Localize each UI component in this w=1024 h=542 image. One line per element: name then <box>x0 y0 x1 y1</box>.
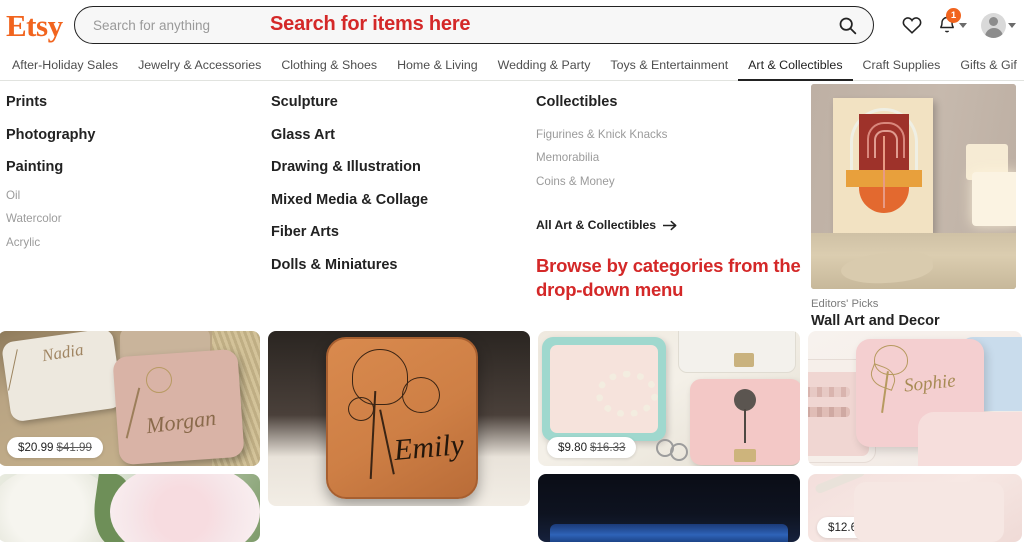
category-nav: After-Holiday Sales Jewelry & Accessorie… <box>0 50 1024 81</box>
nav-item-craft-supplies[interactable]: Craft Supplies <box>853 50 951 81</box>
heart-icon <box>902 17 922 34</box>
search-region: Search for items here <box>74 6 874 44</box>
menu-item-acrylic[interactable]: Acrylic <box>6 231 271 255</box>
nav-item-art-collectibles[interactable]: Art & Collectibles <box>738 50 853 81</box>
all-art-collectibles-link[interactable]: All Art & Collectibles <box>536 218 677 232</box>
grid-column-2: Emily $10.00$25.00 <box>268 331 530 542</box>
menu-item-fiber-arts[interactable]: Fiber Arts <box>271 216 536 249</box>
header-icons: 1 <box>897 8 1024 42</box>
price-badge: $20.99 $41.99 <box>7 437 103 458</box>
etsy-logo[interactable]: Etsy <box>6 10 68 41</box>
promo-title: Wall Art and Decor <box>811 313 940 329</box>
magnifier-icon <box>839 17 856 34</box>
carnation-engraving-2 <box>402 377 440 413</box>
menu-item-photography[interactable]: Photography <box>6 119 271 152</box>
dropdown-column-1: Prints Photography Painting Oil Watercol… <box>0 81 271 331</box>
price-badge: $12.69 $15.86 <box>817 517 913 538</box>
menu-item-sculpture[interactable]: Sculpture <box>271 86 536 119</box>
blanket-foreground <box>811 233 1016 289</box>
nav-item-toys-entertainment[interactable]: Toys & Entertainment <box>600 50 738 81</box>
leaf-shape <box>89 474 139 542</box>
notifications-badge: 1 <box>946 8 961 23</box>
product-tile-navy-velvet-box[interactable] <box>538 474 800 542</box>
notifications-button[interactable]: 1 <box>933 8 971 39</box>
search-input[interactable] <box>75 7 821 43</box>
product-tile-sophie-case[interactable]: Sophie <box>808 331 1022 466</box>
nav-item-wedding-party[interactable]: Wedding & Party <box>488 50 601 81</box>
ring-row-1 <box>808 387 850 397</box>
menu-item-coins-money[interactable]: Coins & Money <box>536 170 811 194</box>
site-header: Etsy Search for items here <box>0 0 1024 50</box>
price-original: $41.99 <box>56 441 92 454</box>
daisy-engraving <box>146 367 172 393</box>
ring-row-2 <box>808 407 850 417</box>
name-engraving-emily: Emily <box>392 428 466 467</box>
menu-item-mixed-media-collage[interactable]: Mixed Media & Collage <box>271 184 536 217</box>
vertical-line <box>883 136 885 208</box>
nav-item-after-holiday-sales[interactable]: After-Holiday Sales <box>2 50 128 81</box>
chevron-down-icon <box>959 22 967 28</box>
product-tile-mint-jewelry-box[interactable]: $9.80 $16.33 <box>538 331 800 466</box>
account-button[interactable] <box>977 9 1020 42</box>
menu-item-painting[interactable]: Painting <box>6 151 271 184</box>
nav-item-gifts[interactable]: Gifts & Gif <box>950 50 1024 81</box>
menu-item-watercolor[interactable]: Watercolor <box>6 207 271 231</box>
earring-hoop-2 <box>670 443 688 461</box>
chevron-down-icon <box>1008 22 1016 28</box>
menu-item-dolls-miniatures[interactable]: Dolls & Miniatures <box>271 249 536 282</box>
price-original: $15.86 <box>866 521 902 534</box>
case-pale-pink <box>918 412 1022 466</box>
price-current: $20.99 <box>18 441 54 454</box>
avatar <box>981 12 1006 38</box>
carnation-engraving-3 <box>348 397 374 421</box>
product-tile-hailey-case[interactable]: hailey $12.69 $15.86 <box>808 474 1022 542</box>
stylus <box>814 474 866 495</box>
case-pink <box>112 348 245 466</box>
menu-item-drawing-illustration[interactable]: Drawing & Illustration <box>271 151 536 184</box>
etsy-homepage: Etsy Search for items here <box>0 0 1024 542</box>
menu-item-oil[interactable]: Oil <box>6 184 271 208</box>
product-tile-emily-case[interactable]: Emily $10.00$25.00 <box>268 331 530 506</box>
dandelion-stem <box>744 409 746 443</box>
nav-item-clothing-shoes[interactable]: Clothing & Shoes <box>271 50 387 81</box>
lamp-lower <box>972 172 1016 226</box>
price-current: $12.69 <box>828 521 864 534</box>
price-current: $9.80 <box>558 441 588 454</box>
pearl-necklace <box>596 371 658 417</box>
grid-column-3: $9.80 $16.33 <box>538 331 800 542</box>
promo-eyebrow: Editors' Picks <box>811 298 879 310</box>
dandelion-engraving <box>734 389 756 411</box>
latch-white-box <box>734 353 754 367</box>
favorites-button[interactable] <box>897 10 927 40</box>
arrow-right-icon <box>663 220 677 231</box>
product-grid: Nadia Morgan $20.99 $41.99 Emily $9.80 $… <box>0 331 1024 542</box>
price-original: $16.33 <box>590 441 626 454</box>
abstract-arch-artwork <box>833 98 933 233</box>
search-submit-button[interactable] <box>821 7 873 43</box>
menu-item-memorabilia[interactable]: Memorabilia <box>536 146 811 170</box>
dropdown-column-3: Collectibles Figurines & Knick Knacks Me… <box>536 81 811 331</box>
product-tile-peony[interactable] <box>0 474 260 542</box>
nav-item-home-living[interactable]: Home & Living <box>387 50 488 81</box>
name-engraving-hailey: hailey <box>915 481 959 506</box>
latch-pink-box <box>734 449 756 462</box>
menu-item-glass-art[interactable]: Glass Art <box>271 119 536 152</box>
category-dropdown-panel: Prints Photography Painting Oil Watercol… <box>0 81 1024 331</box>
nav-item-jewelry-accessories[interactable]: Jewelry & Accessories <box>128 50 271 81</box>
menu-item-collectibles[interactable]: Collectibles <box>536 86 811 117</box>
product-tile-morgan-case[interactable]: Nadia Morgan $20.99 $41.99 <box>0 331 260 466</box>
annotation-browse-categories: Browse by categories from the drop-down … <box>536 255 801 300</box>
price-badge: $9.80 $16.33 <box>547 437 637 458</box>
menu-item-figurines-knick-knacks[interactable]: Figurines & Knick Knacks <box>536 123 811 147</box>
all-art-collectibles-label: All Art & Collectibles <box>536 218 657 233</box>
search-box[interactable] <box>74 6 874 44</box>
menu-item-prints[interactable]: Prints <box>6 86 271 119</box>
promo-image <box>811 84 1016 289</box>
grid-column-1: Nadia Morgan $20.99 $41.99 <box>0 331 260 542</box>
grid-column-4: Sophie hailey $12.69 $15.86 <box>808 331 1022 542</box>
dropdown-column-2: Sculpture Glass Art Drawing & Illustrati… <box>271 81 536 331</box>
promo-card[interactable]: Editors' Picks Wall Art and Decor <box>811 81 1024 331</box>
